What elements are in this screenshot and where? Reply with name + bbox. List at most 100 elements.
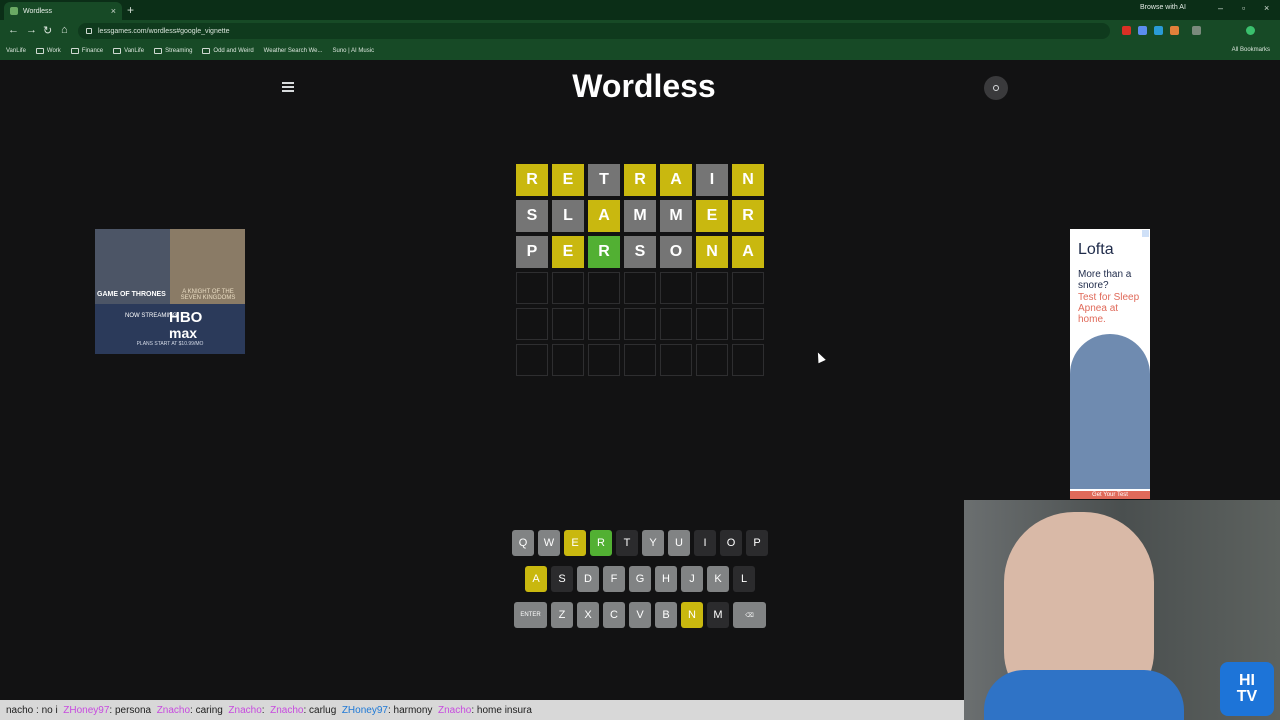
key-f[interactable]: F: [603, 566, 625, 592]
close-window-icon[interactable]: ×: [1264, 3, 1269, 13]
bookmark-item[interactable]: Weather Search We...: [264, 48, 323, 54]
key-g[interactable]: G: [629, 566, 651, 592]
url-text: lessgames.com/wordless#google_vignette: [98, 27, 230, 35]
backspace-icon[interactable]: ⌫: [733, 602, 766, 628]
reload-icon[interactable]: ↻: [43, 24, 52, 37]
bookmark-item[interactable]: Suno | AI Music: [332, 48, 374, 54]
bookmark-item[interactable]: Finance: [70, 48, 103, 54]
address-bar[interactable]: lessgames.com/wordless#google_vignette: [78, 23, 1110, 39]
key-d[interactable]: D: [577, 566, 599, 592]
board-row: RETRAIN: [516, 164, 764, 196]
ad-brand: Lofta: [1078, 241, 1114, 258]
folder-icon: [202, 48, 211, 54]
key-c[interactable]: C: [603, 602, 625, 628]
key-t[interactable]: T: [616, 530, 638, 556]
key-y[interactable]: Y: [642, 530, 664, 556]
ad-headline: More than a snore?: [1078, 269, 1132, 291]
maximize-icon[interactable]: ▫: [1242, 3, 1245, 13]
board-tile: E: [552, 164, 584, 196]
home-icon[interactable]: ⌂: [61, 24, 68, 36]
ad-choices-icon[interactable]: [1142, 230, 1149, 237]
board-tile: A: [588, 200, 620, 232]
board-tile: R: [516, 164, 548, 196]
extension-icon[interactable]: [1138, 26, 1147, 35]
board-tile: R: [588, 236, 620, 268]
board-tile-empty: [588, 272, 620, 304]
board-tile: M: [660, 200, 692, 232]
extension-icon[interactable]: [1122, 26, 1131, 35]
new-tab-button[interactable]: +: [127, 3, 134, 17]
key-z[interactable]: Z: [551, 602, 573, 628]
game-board: RETRAINSLAMMERPERSONA: [516, 164, 764, 380]
tab-wordless[interactable]: Wordless ×: [4, 2, 122, 20]
board-tile: S: [624, 236, 656, 268]
all-bookmarks-button[interactable]: All Bookmarks: [1232, 47, 1270, 53]
back-icon[interactable]: ←: [8, 24, 19, 36]
profile-avatar-icon[interactable]: [1246, 26, 1255, 35]
board-tile: E: [696, 200, 728, 232]
browse-with-ai-button[interactable]: Browse with AI: [1140, 4, 1186, 11]
webcam-overlay: HI TV: [964, 500, 1280, 720]
browser-tabbar: Wordless × + Browse with AI – ▫ ×: [0, 0, 1280, 20]
streamer-shirt: [984, 670, 1184, 720]
user-icon[interactable]: [984, 76, 1008, 100]
key-r[interactable]: R: [590, 530, 612, 556]
enter-key[interactable]: ENTER: [514, 602, 547, 628]
ad-text: PLANS START AT $10.99/MO: [136, 341, 204, 347]
key-a[interactable]: A: [525, 566, 547, 592]
key-v[interactable]: V: [629, 602, 651, 628]
minimize-icon[interactable]: –: [1218, 3, 1223, 13]
bookmark-item[interactable]: Streaming: [154, 48, 192, 54]
menu-icon[interactable]: [282, 82, 294, 92]
board-tile: L: [552, 200, 584, 232]
board-tile: S: [516, 200, 548, 232]
folder-icon: [70, 48, 79, 54]
key-i[interactable]: I: [694, 530, 716, 556]
board-tile: A: [732, 236, 764, 268]
key-k[interactable]: K: [707, 566, 729, 592]
key-o[interactable]: O: [720, 530, 742, 556]
board-tile-empty: [732, 308, 764, 340]
key-q[interactable]: Q: [512, 530, 534, 556]
key-n[interactable]: N: [681, 602, 703, 628]
board-row: PERSONA: [516, 236, 764, 268]
board-tile: I: [696, 164, 728, 196]
board-tile-empty: [552, 272, 584, 304]
key-p[interactable]: P: [746, 530, 768, 556]
key-l[interactable]: L: [733, 566, 755, 592]
extensions-puzzle-icon[interactable]: [1192, 26, 1201, 35]
lofta-ad[interactable]: Lofta More than a snore? Test for Sleep …: [1070, 229, 1150, 499]
bookmark-item[interactable]: VanLife: [113, 48, 144, 54]
bookmark-item[interactable]: Odd and Weird: [202, 48, 254, 54]
key-m[interactable]: M: [707, 602, 729, 628]
key-u[interactable]: U: [668, 530, 690, 556]
board-tile: M: [624, 200, 656, 232]
bookmark-item[interactable]: VanLife: [6, 48, 26, 54]
ad-subtext: Test for Sleep Apnea at home.: [1078, 292, 1140, 325]
board-tile-empty: [516, 272, 548, 304]
board-row: [516, 272, 764, 304]
forward-icon[interactable]: →: [26, 24, 37, 36]
key-w[interactable]: W: [538, 530, 560, 556]
ad-title: A KNIGHT OF THE SEVEN KINGDOMS: [180, 289, 236, 301]
ad-cta-button[interactable]: Get Your Test: [1070, 491, 1150, 499]
ad-logo: max: [169, 325, 198, 341]
tab-title: Wordless: [23, 7, 53, 15]
keyboard-row: ENTER Z X C V B N M ⌫: [510, 602, 770, 628]
board-tile-empty: [552, 344, 584, 376]
board-tile-empty: [696, 344, 728, 376]
site-info-icon[interactable]: [86, 28, 92, 34]
key-h[interactable]: H: [655, 566, 677, 592]
key-e[interactable]: E: [564, 530, 586, 556]
extension-icon[interactable]: [1170, 26, 1179, 35]
key-b[interactable]: B: [655, 602, 677, 628]
bookmarks-bar: VanLife Work Finance VanLife Streaming O…: [0, 42, 1280, 60]
key-x[interactable]: X: [577, 602, 599, 628]
close-tab-icon[interactable]: ×: [111, 6, 116, 16]
bookmark-item[interactable]: Work: [35, 48, 61, 54]
folder-icon: [154, 48, 163, 54]
extension-icon[interactable]: [1154, 26, 1163, 35]
hbo-max-ad[interactable]: GAME OF THRONES A KNIGHT OF THE SEVEN KI…: [95, 229, 245, 354]
key-j[interactable]: J: [681, 566, 703, 592]
key-s[interactable]: S: [551, 566, 573, 592]
